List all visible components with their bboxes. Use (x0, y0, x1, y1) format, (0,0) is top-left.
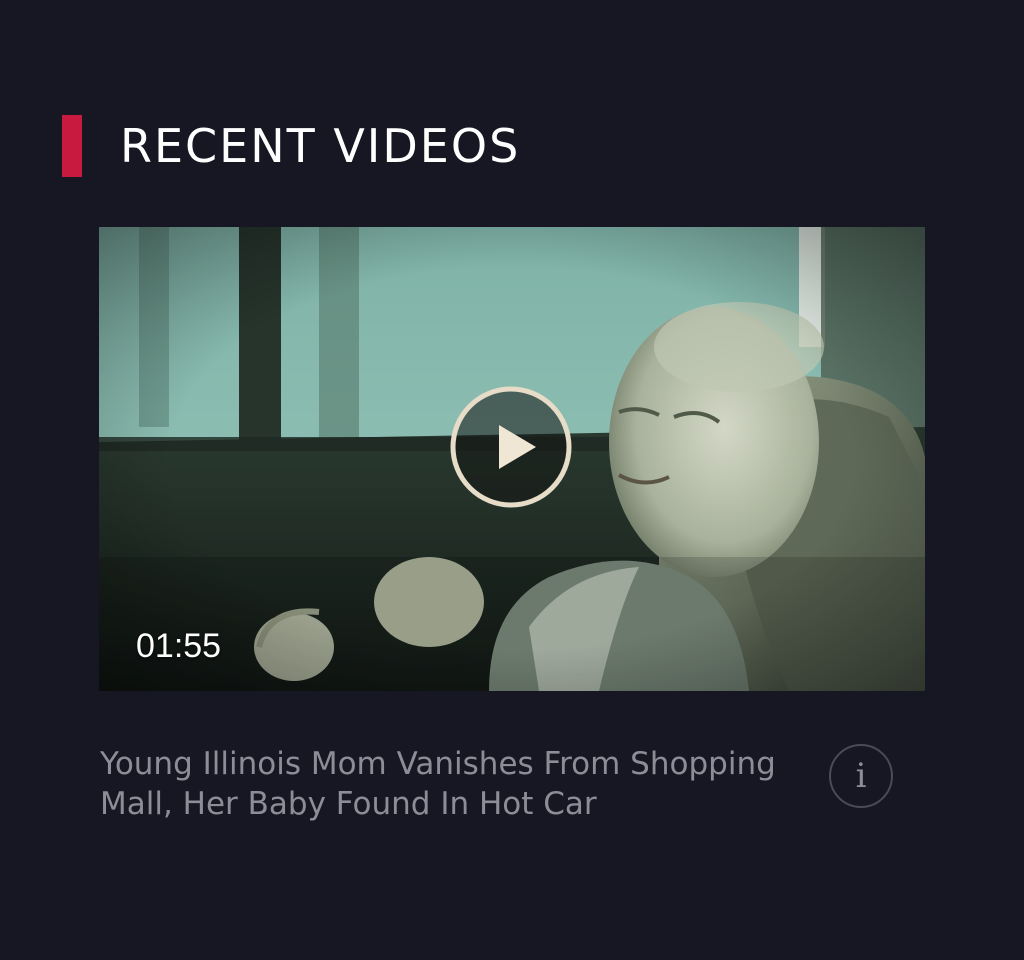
info-icon: i (855, 756, 867, 796)
section-title: RECENT VIDEOS (120, 119, 521, 173)
recent-videos-page: RECENT VIDEOS 01:55 Young Illinois Mom V… (0, 0, 1024, 960)
section-accent-bar (62, 115, 82, 177)
play-icon (450, 386, 572, 508)
play-button[interactable] (450, 386, 572, 508)
video-card[interactable]: 01:55 (99, 227, 925, 691)
info-button[interactable]: i (829, 744, 893, 808)
section-header: RECENT VIDEOS (62, 115, 520, 177)
video-title[interactable]: Young Illinois Mom Vanishes From Shoppin… (100, 744, 800, 824)
video-duration: 01:55 (136, 627, 222, 665)
